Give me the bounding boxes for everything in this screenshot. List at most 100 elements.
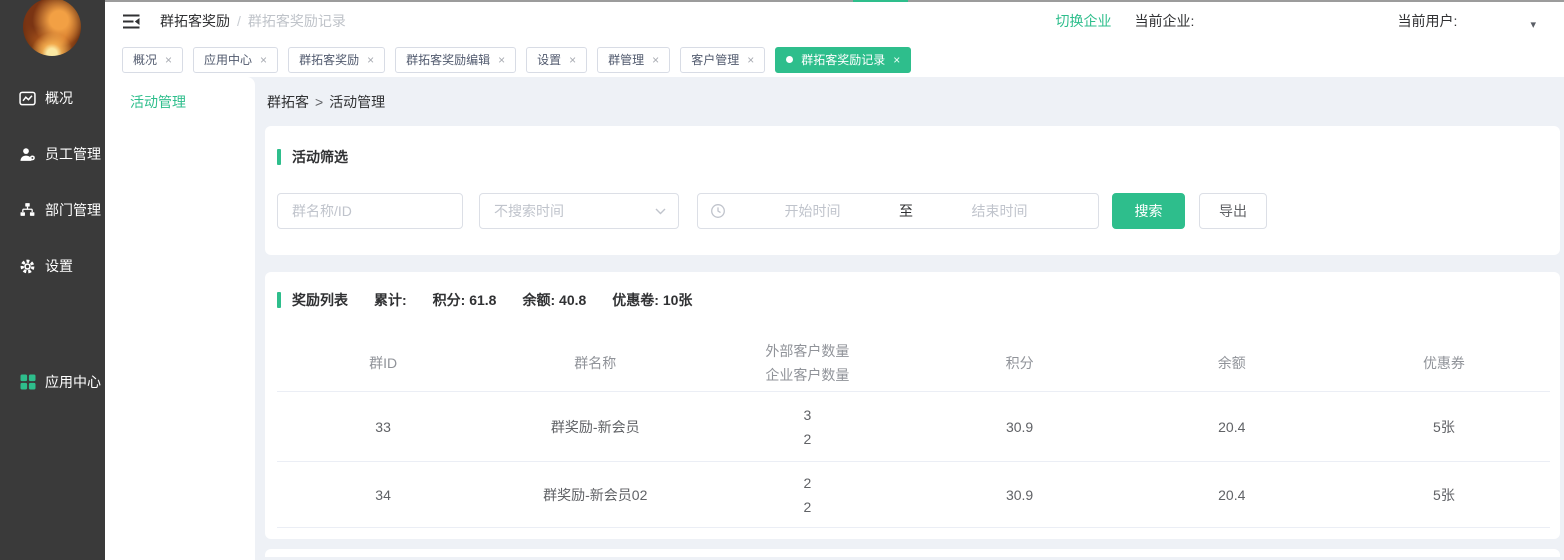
employee-icon (19, 146, 36, 163)
open-tabs-bar: 概况×应用中心×群拓客奖励×群拓客奖励编辑×设置×群管理×客户管理×群拓客奖励记… (105, 42, 1564, 77)
time-type-value: 不搜索时间 (494, 201, 564, 221)
topbar: 群拓客奖励 / 群拓客奖励记录 切换企业 当前企业: 当前用户: ▾ (105, 0, 1564, 42)
tab-8[interactable]: 群拓客奖励记录 × (775, 47, 911, 73)
current-user-label: 当前用户: (1397, 11, 1530, 31)
table-header-cell: 群名称 (489, 351, 701, 375)
tab-close-icon[interactable]: × (893, 54, 900, 66)
sidebar-item-departments[interactable]: 部门管理 (0, 199, 105, 221)
tab-label: 群拓客奖励记录 (801, 51, 885, 68)
pagination-card-sliver (265, 549, 1560, 557)
table-row: 34群奖励-新会员022230.920.45张 (277, 462, 1550, 528)
rewards-coupons-total: 优惠卷: 10张 (612, 290, 692, 310)
topbar-right: 切换企业 当前企业: 当前用户: ▾ (1055, 11, 1536, 31)
table-cell: 20.4 (1126, 415, 1338, 439)
tab-1[interactable]: 概况 × (122, 47, 183, 73)
tab-label: 群管理 (608, 51, 644, 68)
chevron-down-icon (655, 208, 666, 215)
filter-section-title: 活动筛选 (277, 147, 1548, 167)
table-cell: 30.9 (914, 415, 1126, 439)
breadcrumb-separator: / (237, 13, 241, 29)
page-breadcrumb-current: 活动管理 (329, 92, 385, 112)
sidebar-nav: 概况 员工管理 部门管理 设置 (0, 87, 105, 393)
tab-close-icon[interactable]: × (260, 54, 267, 66)
tab-close-icon[interactable]: × (165, 54, 172, 66)
app-root: 概况 员工管理 部门管理 设置 (0, 0, 1564, 560)
settings-gear-icon (19, 258, 36, 275)
tab-label: 客户管理 (691, 51, 739, 68)
company-avatar[interactable] (23, 0, 81, 56)
table-header-cell: 外部客户数量企业客户数量 (701, 339, 913, 387)
content-area: 活动管理 群拓客 > 活动管理 活动筛选 群名称/ID (105, 77, 1564, 560)
clock-icon (710, 203, 726, 219)
tab-6[interactable]: 群管理 × (597, 47, 670, 73)
sidebar-item-app-center[interactable]: 应用中心 (0, 371, 105, 393)
sub-sidebar: 活动管理 (105, 77, 255, 560)
main-sidebar: 概况 员工管理 部门管理 设置 (0, 0, 105, 560)
table-cell: 20.4 (1126, 483, 1338, 507)
table-header-cell: 群ID (277, 351, 489, 375)
current-company-label: 当前企业: (1134, 11, 1397, 31)
sidebar-item-label: 员工管理 (45, 144, 101, 164)
sidebar-item-settings[interactable]: 设置 (0, 255, 105, 277)
tab-close-icon[interactable]: × (367, 54, 374, 66)
overview-chart-icon (19, 90, 36, 107)
table-cell: 5张 (1338, 415, 1550, 439)
table-header-cell: 余额 (1126, 351, 1338, 375)
tab-close-icon[interactable]: × (747, 54, 754, 66)
table-cell: 5张 (1338, 483, 1550, 507)
page-breadcrumb-parent[interactable]: 群拓客 (267, 92, 309, 112)
tab-5[interactable]: 设置 × (526, 47, 587, 73)
page-breadcrumb: 群拓客 > 活动管理 (265, 77, 1560, 126)
filter-row: 群名称/ID 不搜索时间 开始时间 (277, 193, 1548, 229)
rewards-title: 奖励列表 (292, 290, 348, 310)
tab-label: 应用中心 (204, 51, 252, 68)
window-top-strip-highlight (853, 0, 908, 2)
app-center-icon (19, 374, 36, 391)
tab-label: 设置 (537, 51, 561, 68)
active-tab-dot-icon (786, 56, 793, 63)
start-date-placeholder: 开始时间 (726, 201, 899, 221)
rewards-card: 奖励列表 累计: 积分: 61.8 余额: 40.8 优惠卷: 10张 群ID群… (265, 272, 1560, 539)
breadcrumb-primary[interactable]: 群拓客奖励 (160, 11, 230, 31)
section-marker (277, 292, 281, 308)
tab-7[interactable]: 客户管理 × (680, 47, 765, 73)
sub-sidebar-item-activity[interactable]: 活动管理 (130, 92, 255, 112)
rewards-total-label: 累计: (374, 290, 407, 310)
tab-close-icon[interactable]: × (652, 54, 659, 66)
date-range-separator: 至 (899, 201, 913, 221)
user-menu-caret-icon[interactable]: ▾ (1530, 20, 1536, 31)
table-header-row: 群ID群名称外部客户数量企业客户数量积分余额优惠券 (277, 334, 1550, 392)
tab-close-icon[interactable]: × (569, 54, 576, 66)
filter-title-text: 活动筛选 (292, 147, 348, 167)
tab-4[interactable]: 群拓客奖励编辑 × (395, 47, 516, 73)
tab-label: 群拓客奖励 (299, 51, 359, 68)
department-icon (19, 202, 36, 219)
sidebar-item-employees[interactable]: 员工管理 (0, 143, 105, 165)
table-cell: 22 (701, 471, 913, 519)
sidebar-item-overview[interactable]: 概况 (0, 87, 105, 109)
table-cell: 33 (277, 415, 489, 439)
table-header-cell: 积分 (914, 351, 1126, 375)
page-breadcrumb-separator: > (315, 94, 323, 110)
rewards-table: 群ID群名称外部客户数量企业客户数量积分余额优惠券33群奖励-新会员3230.9… (277, 334, 1550, 528)
rewards-balance-total: 余额: 40.8 (522, 290, 586, 310)
filter-card: 活动筛选 群名称/ID 不搜索时间 (265, 126, 1560, 255)
table-row: 33群奖励-新会员3230.920.45张 (277, 392, 1550, 462)
export-button[interactable]: 导出 (1199, 193, 1267, 229)
time-type-select[interactable]: 不搜索时间 (479, 193, 679, 229)
tab-2[interactable]: 应用中心 × (193, 47, 278, 73)
tab-label: 群拓客奖励编辑 (406, 51, 490, 68)
sidebar-item-label: 设置 (45, 256, 73, 276)
table-cell: 群奖励-新会员02 (489, 483, 701, 507)
main-panel: 群拓客 > 活动管理 活动筛选 群名称/ID 不搜索时间 (255, 77, 1564, 560)
topbar-breadcrumb: 群拓客奖励 / 群拓客奖励记录 (160, 11, 346, 31)
tab-label: 概况 (133, 51, 157, 68)
tab-close-icon[interactable]: × (498, 54, 505, 66)
tab-3[interactable]: 群拓客奖励 × (288, 47, 385, 73)
breadcrumb-secondary: 群拓客奖励记录 (248, 11, 346, 31)
collapse-sidebar-icon[interactable] (123, 13, 145, 29)
switch-company-link[interactable]: 切换企业 (1055, 11, 1111, 31)
date-range-picker[interactable]: 开始时间 至 结束时间 (697, 193, 1099, 229)
group-name-input[interactable]: 群名称/ID (277, 193, 463, 229)
search-button[interactable]: 搜索 (1112, 193, 1185, 229)
